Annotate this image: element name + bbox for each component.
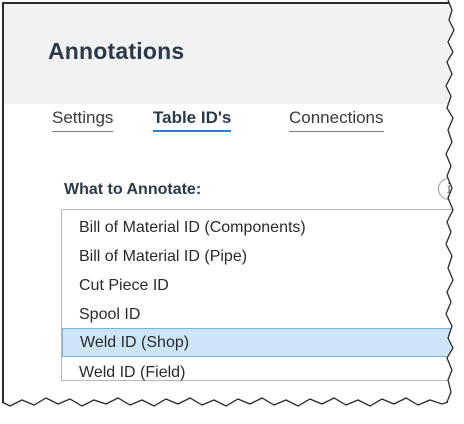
tab-settings[interactable]: Settings — [52, 108, 114, 132]
list-item-label: Weld ID (Field) — [79, 364, 186, 381]
list-item-label: Weld ID (Shop) — [80, 334, 190, 351]
list-item-label: Bill of Material ID (Components) — [79, 219, 306, 236]
list-item[interactable]: Bill of Material ID (Pipe) — [62, 242, 464, 271]
list-item-label: Cut Piece ID — [79, 277, 169, 294]
list-item[interactable]: Cut Piece ID — [62, 271, 464, 300]
tab-connections[interactable]: Connections — [289, 108, 384, 132]
tab-connections-underline — [289, 131, 384, 132]
annotations-panel: Annotations Settings Table ID's Connecti… — [2, 2, 464, 424]
list-item[interactable]: Weld ID (Field) — [62, 358, 464, 387]
list-item-label: Spool ID — [79, 306, 141, 323]
annotate-listbox[interactable]: Bill of Material ID (Components) Bill of… — [61, 209, 464, 381]
tab-settings-underline — [52, 131, 114, 132]
tab-connections-label: Connections — [289, 108, 384, 127]
what-to-annotate-label: What to Annotate: — [64, 181, 202, 198]
tab-settings-label: Settings — [52, 108, 114, 127]
panel-header: Annotations — [4, 4, 464, 104]
list-item[interactable]: Bill of Material ID (Components) — [62, 213, 464, 242]
list-item-selected[interactable]: Weld ID (Shop) — [62, 328, 464, 357]
list-item[interactable]: Spool ID — [62, 300, 464, 329]
tab-table-ids-underline — [153, 130, 232, 132]
list-item-label: Bill of Material ID (Pipe) — [79, 248, 248, 265]
panel-title: Annotations — [48, 38, 185, 64]
tab-table-ids-label: Table ID's — [153, 108, 232, 127]
screenshot-frame: Annotations Settings Table ID's Connecti… — [0, 0, 464, 424]
tab-table-ids[interactable]: Table ID's — [153, 108, 232, 132]
info-icon[interactable]: i — [438, 178, 460, 200]
